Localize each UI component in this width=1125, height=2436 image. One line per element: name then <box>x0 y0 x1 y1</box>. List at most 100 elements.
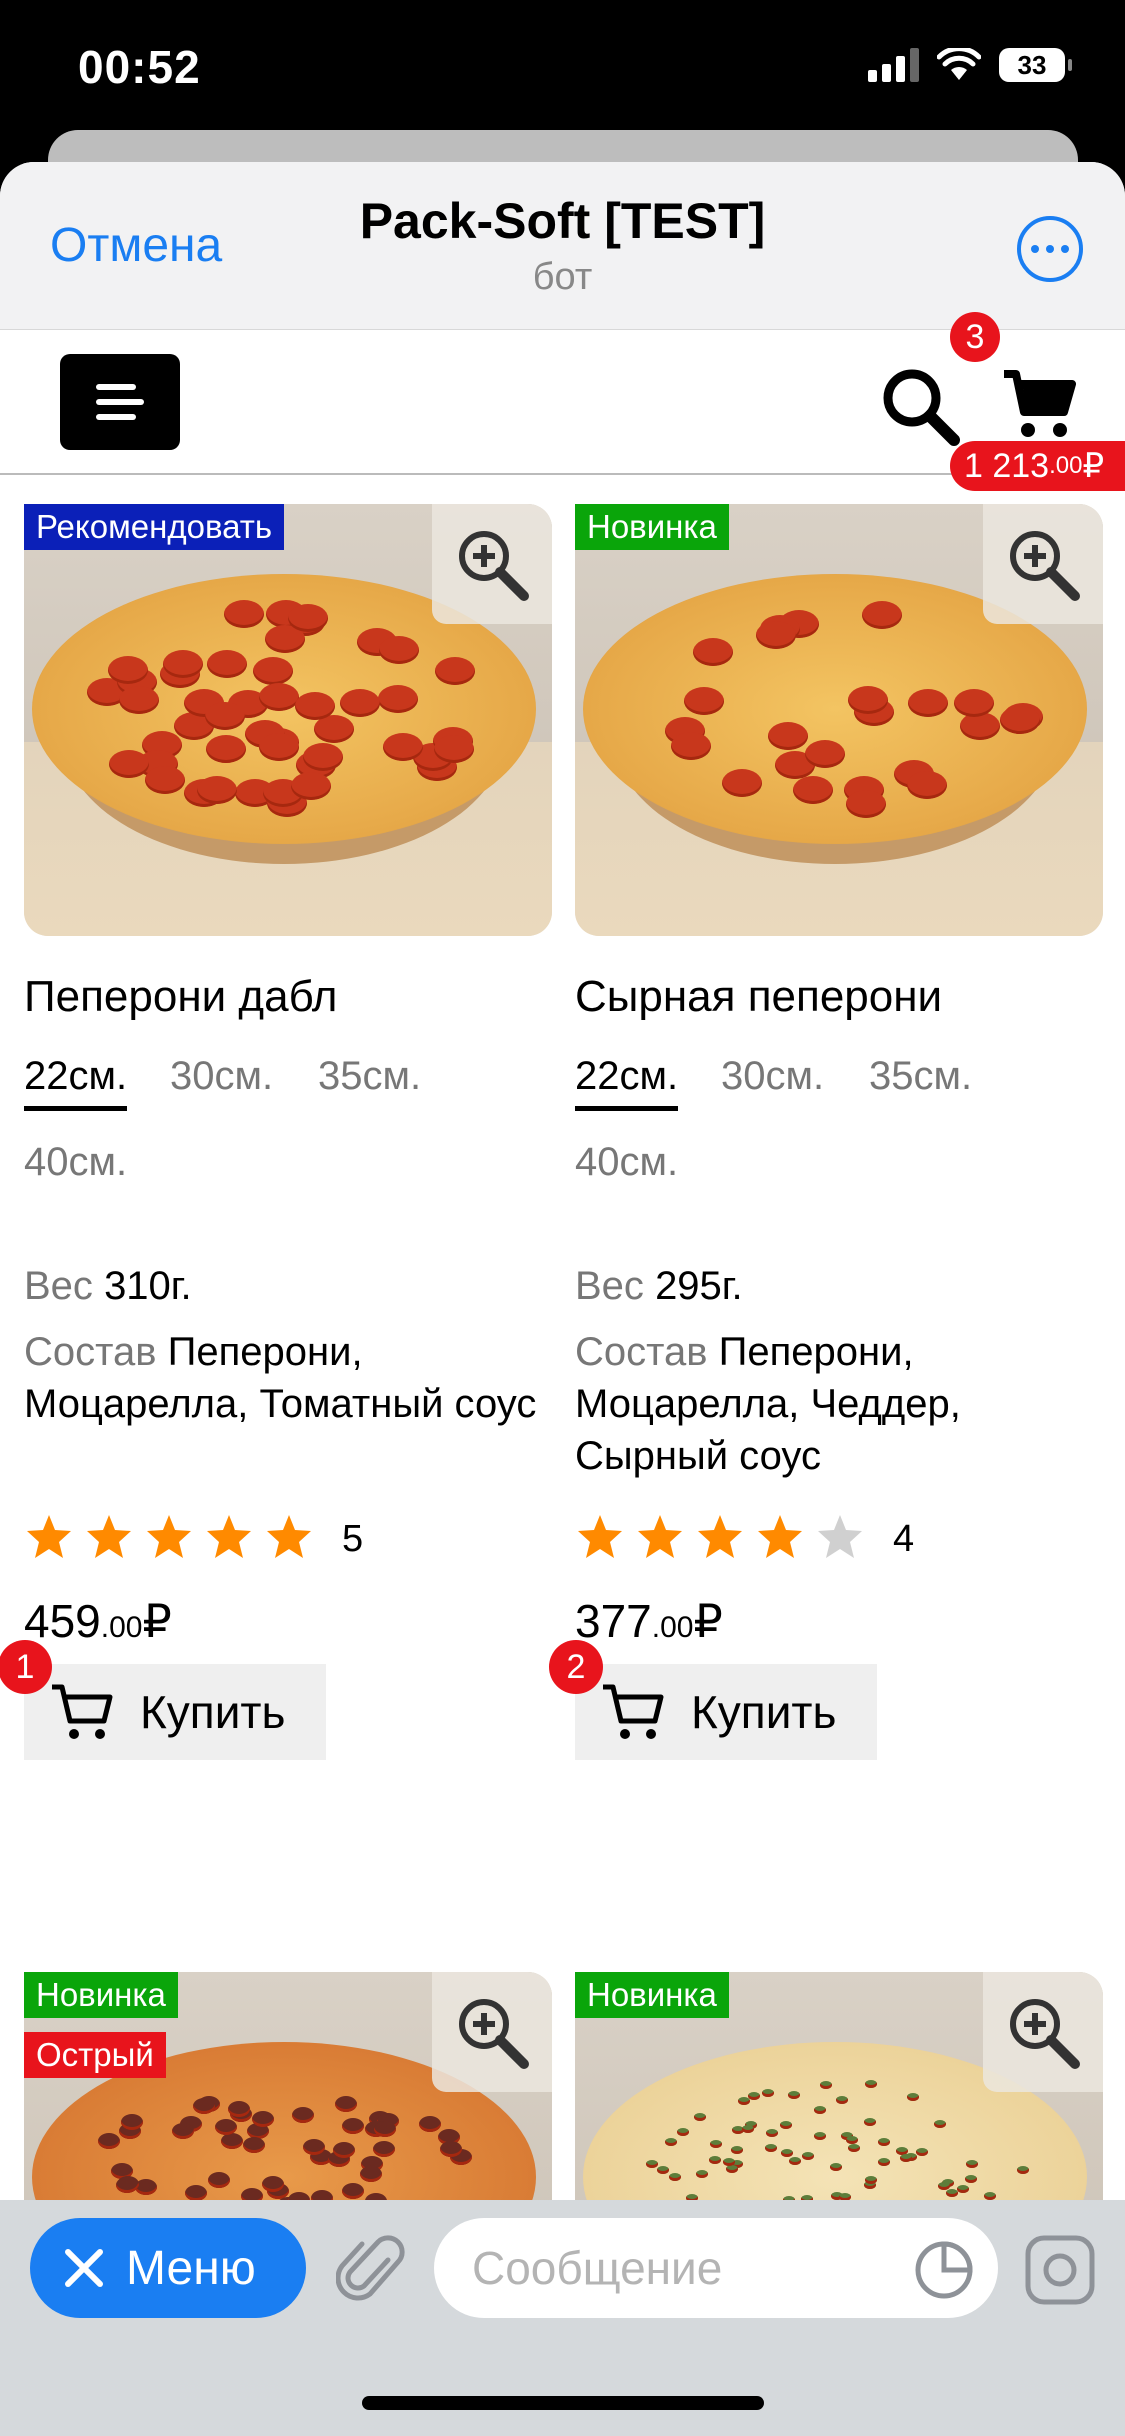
topping <box>788 2157 801 2166</box>
star-icon <box>267 1514 311 1558</box>
size-option-30[interactable]: 30см. <box>721 1054 824 1099</box>
topping <box>709 2139 722 2148</box>
telegram-header: Отмена Pack-Soft [TEST] бот <box>0 162 1125 330</box>
topping <box>819 2081 832 2090</box>
topping <box>339 688 380 717</box>
topping <box>295 691 336 720</box>
size-option-30[interactable]: 30см. <box>170 1054 273 1099</box>
zoom-button[interactable] <box>432 1972 552 2092</box>
buy-button[interactable]: Купить <box>24 1664 326 1760</box>
topping <box>693 637 734 666</box>
topping <box>907 771 948 800</box>
hamburger-menu-button[interactable] <box>60 354 180 450</box>
topping <box>938 2181 951 2190</box>
status-icons: 33 <box>868 48 1072 82</box>
topping <box>864 2117 877 2126</box>
zoom-button[interactable] <box>983 504 1103 624</box>
topping <box>214 2119 237 2136</box>
product-image[interactable] <box>575 504 1103 936</box>
topping <box>302 742 343 771</box>
topping <box>162 650 203 679</box>
product-name: Сырная пеперони <box>575 972 943 1021</box>
topping <box>97 2132 120 2149</box>
buy-button[interactable]: Купить <box>575 1664 877 1760</box>
bot-title: Pack-Soft [TEST] <box>359 193 766 249</box>
paperclip-icon[interactable] <box>336 2230 406 2310</box>
topping <box>379 636 420 665</box>
topping <box>434 735 475 764</box>
topping <box>303 2138 326 2155</box>
menu-button[interactable]: Меню <box>30 2218 306 2318</box>
search-icon[interactable] <box>878 364 962 448</box>
topping <box>765 2128 778 2137</box>
cart-icon <box>52 1684 113 1739</box>
topping <box>779 2120 792 2129</box>
wifi-icon <box>937 48 981 80</box>
size-option-40[interactable]: 40см. <box>575 1140 678 1185</box>
topping <box>419 2116 442 2133</box>
star-icon <box>638 1514 682 1558</box>
topping <box>966 2159 979 2168</box>
topping <box>185 2184 208 2201</box>
topping <box>359 2165 382 2182</box>
product-name: Пеперони дабл <box>24 972 338 1021</box>
topping <box>144 765 185 794</box>
topping <box>864 2080 877 2089</box>
size-option-40[interactable]: 40см. <box>24 1140 127 1185</box>
star-icon <box>698 1514 742 1558</box>
size-option-35[interactable]: 35см. <box>869 1054 972 1099</box>
topping <box>378 685 419 714</box>
topping <box>108 656 149 685</box>
topping <box>835 2096 848 2105</box>
topping <box>342 2182 365 2199</box>
topping <box>805 740 846 769</box>
topping <box>946 2189 959 2198</box>
product-rating: 4 <box>575 1509 914 1569</box>
badge-new: Новинка <box>575 1972 729 2018</box>
topping <box>287 603 328 632</box>
zoom-in-icon <box>459 531 529 601</box>
topping <box>258 683 299 712</box>
topping <box>737 2096 750 2105</box>
cellular-signal-icon <box>868 48 919 82</box>
badge-new: Новинка <box>24 1972 178 2018</box>
topping <box>864 2175 877 2184</box>
cart-icon[interactable] <box>1000 368 1076 442</box>
topping <box>118 685 159 714</box>
product-price: 377.00₽ <box>575 1595 723 1647</box>
home-indicator <box>362 2396 764 2410</box>
topping <box>788 2091 801 2100</box>
more-options-button[interactable] <box>1017 216 1083 282</box>
topping <box>657 2166 670 2175</box>
webapp-sheet: Отмена Pack-Soft [TEST] бот 3 1 213.00₽ <box>0 162 1125 2436</box>
zoom-button[interactable] <box>432 504 552 624</box>
topping <box>314 715 355 744</box>
topping <box>780 2148 793 2157</box>
topping <box>192 2097 215 2114</box>
topping <box>251 2111 274 2128</box>
topping <box>120 2114 143 2131</box>
menu-button-label: Меню <box>126 2241 256 2295</box>
cart-icon <box>603 1684 664 1739</box>
topping <box>342 2117 365 2134</box>
topping <box>877 2158 890 2167</box>
zoom-in-icon <box>1010 531 1080 601</box>
topping <box>671 732 712 761</box>
badge-spicy: Острый <box>24 2032 166 2078</box>
product-image[interactable] <box>24 504 552 936</box>
topping <box>228 2101 251 2118</box>
badge-recommend: Рекомендовать <box>24 504 285 550</box>
topping <box>792 776 833 805</box>
cart-qty-badge: 2 <box>549 1640 603 1694</box>
zoom-button[interactable] <box>983 1972 1103 2092</box>
product-weight: Вес 310г. <box>24 1264 192 1308</box>
topping <box>765 2144 778 2153</box>
cart-total-badge: 1 213.00 ₽ <box>950 441 1125 491</box>
size-option-22[interactable]: 22см. <box>575 1054 679 1111</box>
size-option-22[interactable]: 22см. <box>24 1054 128 1111</box>
size-option-35[interactable]: 35см. <box>318 1054 421 1099</box>
sticker-icon[interactable] <box>912 2238 976 2302</box>
topping <box>907 689 948 718</box>
star-icon <box>758 1514 802 1558</box>
camera-icon[interactable] <box>1024 2234 1096 2306</box>
